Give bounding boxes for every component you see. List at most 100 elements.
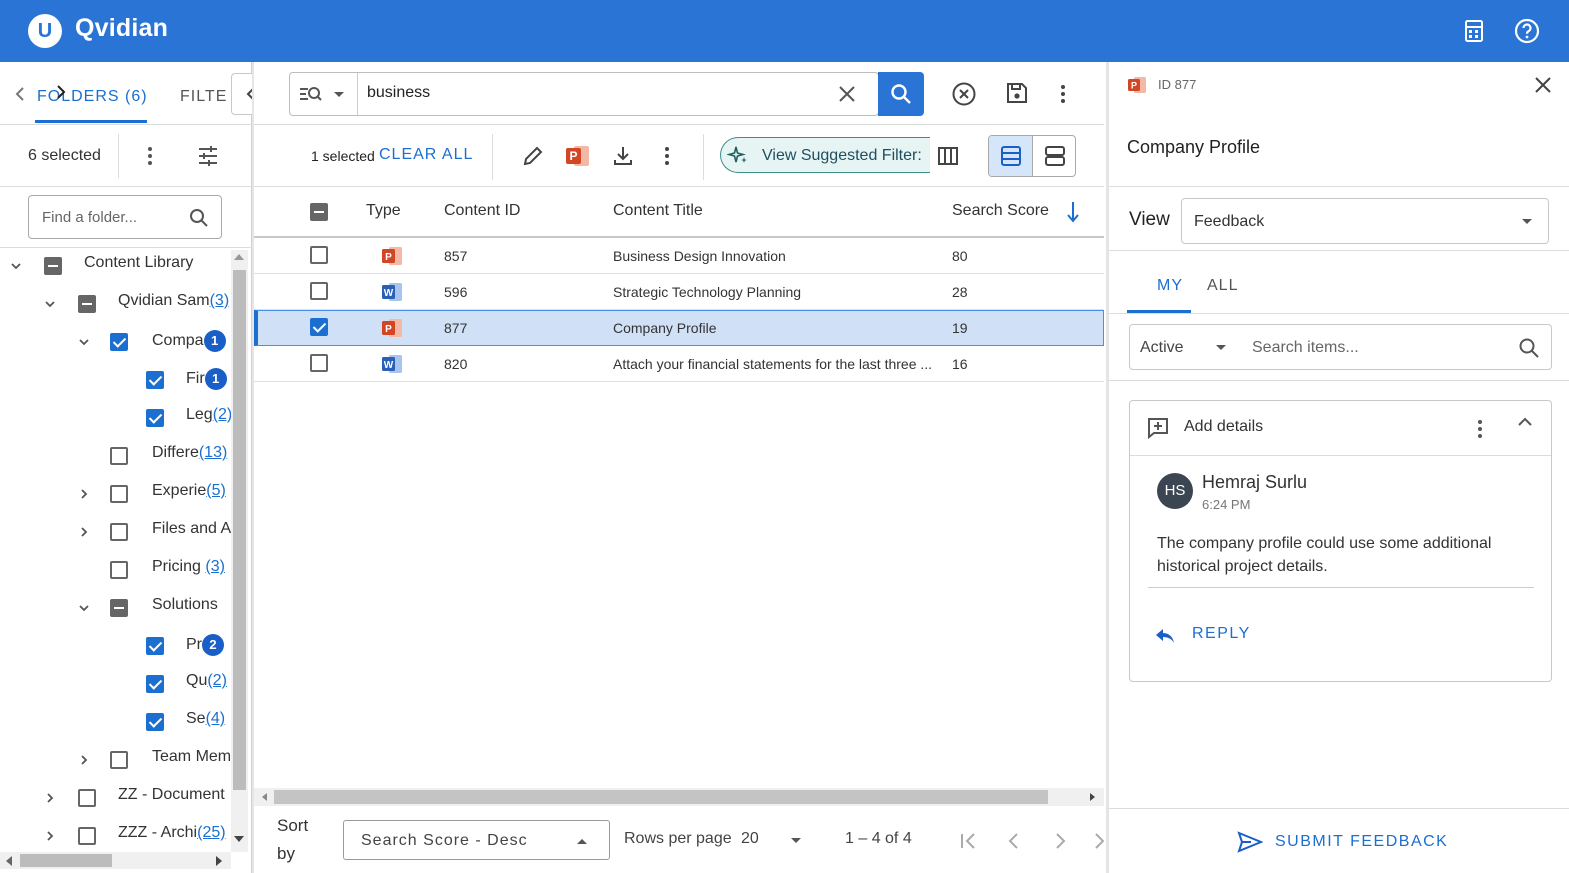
status-caret-icon[interactable] <box>1215 344 1227 352</box>
collapse-icon[interactable] <box>1516 415 1534 429</box>
folder-checkbox[interactable] <box>78 789 96 807</box>
select-all-checkbox[interactable] <box>310 203 328 221</box>
folder-checkbox[interactable] <box>146 409 164 427</box>
folder-checkbox[interactable] <box>146 371 164 389</box>
folder-tree-item[interactable]: Qu(2) <box>186 672 231 690</box>
folder-tree-item[interactable]: Files and A <box>152 520 231 538</box>
column-search-score[interactable]: Search Score <box>952 202 1049 220</box>
reply-button[interactable]: REPLY <box>1192 625 1251 643</box>
clear-all-button[interactable]: CLEAR ALL <box>379 146 473 164</box>
clear-search-icon[interactable] <box>837 84 857 104</box>
rows-per-page-value[interactable]: 20 <box>741 830 759 848</box>
folder-checkbox[interactable] <box>110 599 128 617</box>
expand-chevron-down-icon[interactable] <box>78 602 90 614</box>
expand-chevron-right-icon[interactable] <box>78 754 90 766</box>
edit-icon[interactable] <box>521 144 545 168</box>
find-folder-input[interactable]: Find a folder... <box>28 195 222 239</box>
folder-checkbox[interactable] <box>78 295 96 313</box>
help-icon[interactable] <box>1512 16 1542 46</box>
folder-checkbox[interactable] <box>78 827 96 845</box>
columns-icon[interactable] <box>936 144 960 168</box>
table-row[interactable]: W 596 Strategic Technology Planning 28 <box>254 274 1104 310</box>
table-row[interactable]: P 877 Company Profile 19 <box>254 310 1104 346</box>
table-row[interactable]: P 857 Business Design Innovation 80 <box>254 238 1104 274</box>
view-suggested-filters-button[interactable]: View Suggested Filter: <box>720 137 930 173</box>
column-content-title[interactable]: Content Title <box>613 202 703 220</box>
row-checkbox[interactable] <box>310 246 328 264</box>
toolbar-more-icon[interactable] <box>657 144 677 168</box>
next-page-icon[interactable] <box>1052 831 1068 851</box>
row-checkbox[interactable] <box>310 354 328 372</box>
tab-all[interactable]: ALL <box>1207 277 1238 295</box>
expand-chevron-down-icon[interactable] <box>44 298 56 310</box>
tune-icon[interactable] <box>196 144 220 168</box>
calculator-icon[interactable] <box>1459 16 1489 46</box>
folder-tree-item[interactable]: Content Library <box>84 254 231 272</box>
tab-folders[interactable]: FOLDERS (6) <box>37 88 148 106</box>
row-checkbox[interactable] <box>310 282 328 300</box>
rows-per-page-caret-icon[interactable] <box>790 837 802 845</box>
folder-tree-item[interactable]: Leg(2) <box>186 406 231 424</box>
folder-tree-item[interactable]: Team Mem <box>152 748 231 766</box>
powerpoint-export-icon[interactable]: P <box>565 143 591 169</box>
search-input[interactable]: business <box>367 84 430 102</box>
prev-page-icon[interactable] <box>1006 831 1022 851</box>
first-page-icon[interactable] <box>959 831 979 851</box>
tab-filters[interactable]: FILTE <box>180 88 227 106</box>
folder-checkbox[interactable] <box>44 257 62 275</box>
folder-tree-item[interactable]: ZZ - Document <box>118 786 231 804</box>
folder-checkbox[interactable] <box>146 637 164 655</box>
tab-my[interactable]: MY <box>1157 277 1183 295</box>
save-icon[interactable] <box>1005 81 1029 105</box>
tree-horizontal-scrollbar[interactable] <box>0 852 231 869</box>
clear-circle-icon[interactable] <box>951 81 977 107</box>
folder-checkbox[interactable] <box>110 523 128 541</box>
tabs-left-chevron-icon[interactable] <box>14 86 26 102</box>
folder-checkbox[interactable] <box>110 751 128 769</box>
search-mode-icon[interactable] <box>298 84 346 104</box>
folder-tree-item[interactable]: Experie(5) <box>152 482 231 500</box>
folder-tree-item[interactable]: Pr 2 <box>186 634 231 656</box>
column-type[interactable]: Type <box>366 202 401 220</box>
card-more-icon[interactable] <box>1470 417 1490 441</box>
close-icon[interactable] <box>1532 74 1554 96</box>
folder-tree-item[interactable]: Fir 1 <box>186 368 231 390</box>
column-content-id[interactable]: Content ID <box>444 202 520 220</box>
expand-chevron-right-icon[interactable] <box>78 488 90 500</box>
reply-icon[interactable] <box>1154 627 1176 645</box>
folder-checkbox[interactable] <box>110 447 128 465</box>
folder-tree-item[interactable]: ZZZ - Archi(25) <box>118 824 231 842</box>
table-row[interactable]: W 820 Attach your financial statements for… <box>254 346 1104 382</box>
folder-tree-item[interactable]: Se(4) <box>186 710 231 728</box>
expand-chevron-right-icon[interactable] <box>78 526 90 538</box>
folder-tree-item[interactable]: Differe(13) <box>152 444 231 462</box>
folder-checkbox[interactable] <box>146 675 164 693</box>
tabs-right-chevron-icon[interactable] <box>55 84 67 100</box>
view-select[interactable]: Feedback <box>1181 198 1549 244</box>
expand-chevron-right-icon[interactable] <box>44 792 56 804</box>
search-more-icon[interactable] <box>1053 81 1073 107</box>
search-button[interactable] <box>878 72 924 116</box>
folder-tree-item[interactable]: Qvidian Sam(3) <box>118 292 231 310</box>
folder-more-icon[interactable] <box>140 144 160 168</box>
table-horizontal-scrollbar[interactable] <box>254 788 1104 806</box>
expand-chevron-down-icon[interactable] <box>10 260 22 272</box>
folder-checkbox[interactable] <box>110 333 128 351</box>
download-icon[interactable] <box>611 144 635 168</box>
search-icon[interactable] <box>1518 337 1540 359</box>
folder-tree-item[interactable]: Solutions <box>152 596 231 614</box>
folder-tree-item[interactable]: Compa 1 <box>152 330 231 352</box>
folder-tree-item[interactable]: Pricing (3) <box>152 558 231 576</box>
comfortable-view-button[interactable] <box>1033 136 1075 176</box>
row-checkbox[interactable] <box>310 318 328 336</box>
sort-select[interactable]: Search Score - Desc <box>343 820 610 860</box>
submit-feedback-button[interactable]: SUBMIT FEEDBACK <box>1237 830 1447 858</box>
compact-view-button[interactable] <box>989 136 1033 176</box>
status-select[interactable]: Active <box>1140 339 1184 357</box>
expand-chevron-right-icon[interactable] <box>44 830 56 842</box>
sort-desc-icon[interactable] <box>1066 200 1080 224</box>
last-page-icon[interactable] <box>1094 831 1104 851</box>
folder-checkbox[interactable] <box>146 713 164 731</box>
expand-chevron-down-icon[interactable] <box>78 336 90 348</box>
tree-vertical-scrollbar[interactable] <box>231 250 248 852</box>
